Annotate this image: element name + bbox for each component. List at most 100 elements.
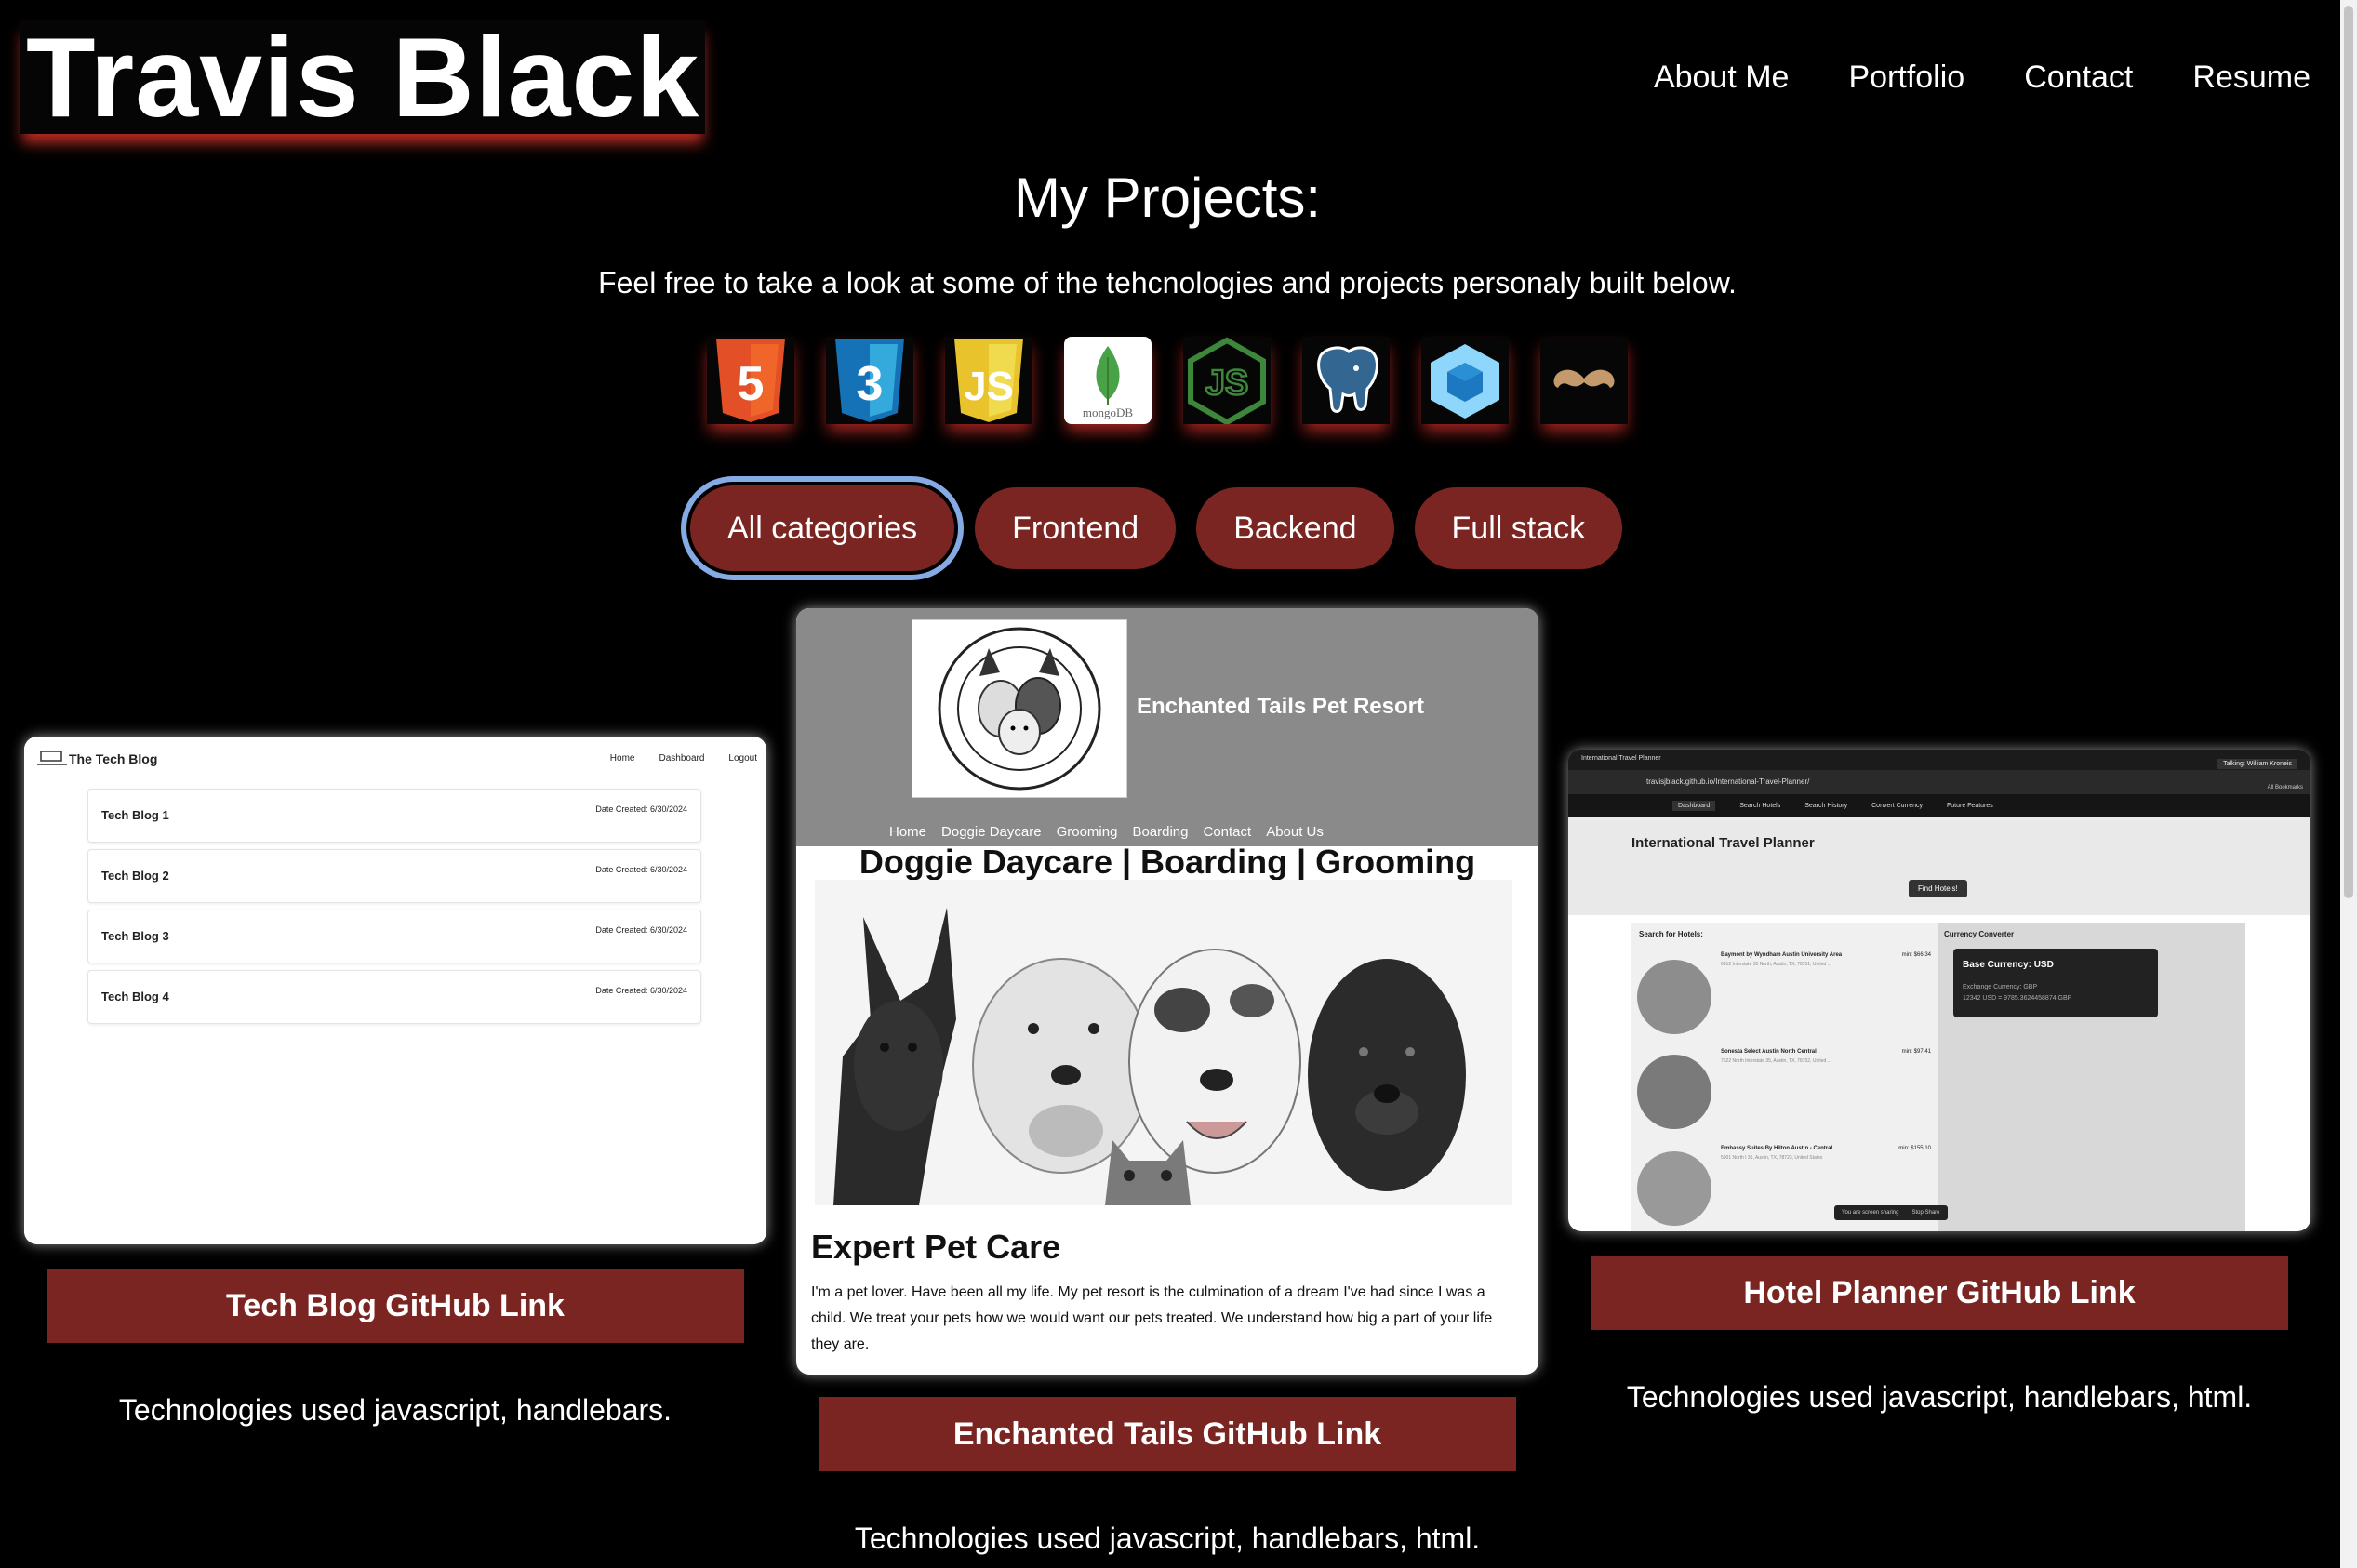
enchanted-tails-github-link[interactable]: Enchanted Tails GitHub Link [819,1397,1516,1471]
project-card-tech-blog: The Tech Blog Home Dashboard Logout Tech… [24,737,766,1244]
techblog-nav: Home Dashboard Logout [610,753,757,764]
filter-all-categories[interactable]: All categories [690,485,955,571]
project-card-hotel-planner: International Travel Planner travisjblac… [1568,750,2310,1231]
techblog-screenshot: The Tech Blog Home Dashboard Logout Tech… [24,737,766,1244]
hotel-app-body: Search for Hotels: Baymont by Wyndham Au… [1568,915,2310,1231]
techblog-app-title: The Tech Blog [69,751,158,766]
category-filters: All categories Frontend Backend Full sta… [690,485,1623,571]
nav-about-me[interactable]: About Me [1654,60,1790,96]
hotel-screenshare-bar: You are screen sharing Stop Share [1834,1205,1948,1220]
hotel-sharing-text: You are screen sharing [1842,1210,1899,1216]
hotel-planner-technologies: Technologies used javascript, handlebars… [1626,1380,2253,1414]
nav-contact[interactable]: Contact [2024,60,2133,96]
hotel-result-price: min: $97.41 [1901,1049,1931,1055]
filter-backend[interactable]: Backend [1196,487,1394,569]
hotel-photo [1637,1151,1711,1226]
enchanted-brand: Enchanted Tails Pet Resort [1137,694,1424,719]
webpack-icon [1421,337,1509,424]
tech-blog-github-link[interactable]: Tech Blog GitHub Link [47,1269,744,1343]
hotel-app-nav: Dashboard Search Hotels Search History C… [1568,794,2310,817]
mongodb-icon: mongoDB [1064,337,1152,424]
hotel-photo [1637,960,1711,1034]
hotel-result-name: Embassy Suites By Hilton Austin - Centra… [1721,1146,1833,1151]
hotel-result-address: 6912 Interstate 35 North, Austin, TX, 78… [1721,962,1831,967]
tech-blog-technologies: Technologies used javascript, handlebars… [118,1393,672,1427]
hotel-result-address: 7522 North Interstate 35, Austin, TX, 78… [1721,1058,1831,1064]
hotel-browser-bookmarks: All Bookmarks [2267,785,2303,791]
hotel-nav-dashboard: Dashboard [1672,800,1716,811]
techblog-post-title: Tech Blog 1 [101,808,169,822]
tech-icons: 5 3 JS mongoDB JS [707,337,1628,424]
nav-resume[interactable]: Resume [2192,60,2310,96]
hotel-nav-convert: Convert Currency [1871,802,1923,809]
svg-text:mongoDB: mongoDB [1083,405,1134,419]
hotel-nav-history: Search History [1804,802,1848,809]
hotel-browser-tabbar: International Travel Planner [1568,750,2310,770]
enchanted-heading: Expert Pet Care [811,1228,1061,1266]
techblog-post-date: Date Created: 6/30/2024 [595,925,687,935]
enchanted-hero-text: Doggie Daycare | Boarding | Grooming [859,843,1476,881]
hotel-result-name: Sonesta Select Austin North Central [1721,1049,1817,1055]
hotel-app-title: International Travel Planner [1631,835,1815,851]
enchanted-nav-daycare: Doggie Daycare [941,824,1042,840]
nodejs-icon: JS [1183,337,1271,424]
filter-full-stack[interactable]: Full stack [1414,487,1623,569]
techblog-post: Tech Blog 3 Date Created: 6/30/2024 [87,910,701,963]
techblog-nav-logout: Logout [728,753,757,764]
techblog-post-date: Date Created: 6/30/2024 [595,865,687,874]
techblog-logo-icon [35,750,69,768]
css3-icon: 3 [826,337,913,424]
techblog-post: Tech Blog 4 Date Created: 6/30/2024 [87,970,701,1024]
svg-text:JS: JS [964,364,1014,409]
hotel-browser-tab: International Travel Planner [1581,755,1661,762]
hotel-currency-panel: Currency Converter Base Currency: USD Ex… [1938,923,2245,1231]
hotel-result-price: min: $66.34 [1901,952,1931,958]
enchanted-nav-home: Home [889,824,927,840]
techblog-post-title: Tech Blog 4 [101,990,169,1003]
hotel-conversion-result: 12342 USD = 9785.3624458874 GBP [1963,995,2072,1002]
projects-subtitle: Feel free to take a look at some of the … [598,266,1737,299]
techblog-nav-home: Home [609,753,635,764]
hotel-browser-urlbar: travisjblack.github.io/International-Tra… [1568,759,2310,794]
enchanted-nav: Home Doggie Daycare Grooming Boarding Co… [889,824,1324,840]
hotel-find-button: Find Hotels! [1909,880,1967,897]
hotel-result: Sonesta Select Austin North Central min:… [1637,1045,1933,1129]
svg-text:3: 3 [857,357,884,411]
hotel-search-panel: Search for Hotels: Baymont by Wyndham Au… [1631,923,1938,1231]
html5-icon: 5 [707,337,794,424]
enchanted-body: I'm a pet lover. Have been all my life. … [811,1284,1493,1352]
enchanted-hero-image [815,880,1512,1205]
hotel-planner-github-link[interactable]: Hotel Planner GitHub Link [1591,1256,2288,1330]
scrollbar-thumb[interactable] [2344,6,2353,898]
hotel-nav-search: Search Hotels [1739,802,1781,809]
hotel-stop-share: Stop Share [1911,1210,1940,1216]
enchanted-nav-contact: Contact [1203,824,1252,840]
hotel-app-hero: International Travel Planner Find Hotels… [1568,817,2310,915]
hotel-result: Baymont by Wyndham Austin University Are… [1637,949,1933,1034]
javascript-icon: JS [945,337,1032,424]
techblog-post: Tech Blog 1 Date Created: 6/30/2024 [87,789,701,843]
hotel-browser-talking: Talking: William Kroneis [2217,759,2297,769]
main-nav: About Me Portfolio Contact Resume [1654,60,2310,96]
hotel-currency-box: Base Currency: USD Exchange Currency: GB… [1953,949,2158,1017]
techblog-post-title: Tech Blog 2 [101,869,169,883]
hotel-photo [1637,1055,1711,1129]
enchanted-nav-about: About Us [1266,824,1324,840]
techblog-post-date: Date Created: 6/30/2024 [595,986,687,995]
nav-portfolio[interactable]: Portfolio [1848,60,1964,96]
filter-frontend[interactable]: Frontend [975,487,1177,569]
hotel-result-name: Baymont by Wyndham Austin University Are… [1721,952,1843,958]
projects-title: My Projects: [1013,166,1322,229]
techblog-post: Tech Blog 2 Date Created: 6/30/2024 [87,849,701,903]
hotel-currency-label: Currency Converter [1944,930,2015,938]
hotel-nav-future: Future Features [1946,802,1993,809]
enchanted-nav-boarding: Boarding [1132,824,1189,840]
svg-text:5: 5 [738,357,765,411]
hotel-result-address: 5901 North I 35, Austin, TX, 78723, Unit… [1721,1155,1823,1161]
hotel-base-currency: Base Currency: USD [1963,960,2054,970]
hotel-browser-url: travisjblack.github.io/International-Tra… [1646,777,1810,786]
enchanted-nav-grooming: Grooming [1056,824,1118,840]
page-scrollbar[interactable] [2340,0,2357,1568]
enchanted-header: Enchanted Tails Pet Resort Home Doggie D… [796,608,1538,846]
enchanted-logo [912,619,1127,798]
